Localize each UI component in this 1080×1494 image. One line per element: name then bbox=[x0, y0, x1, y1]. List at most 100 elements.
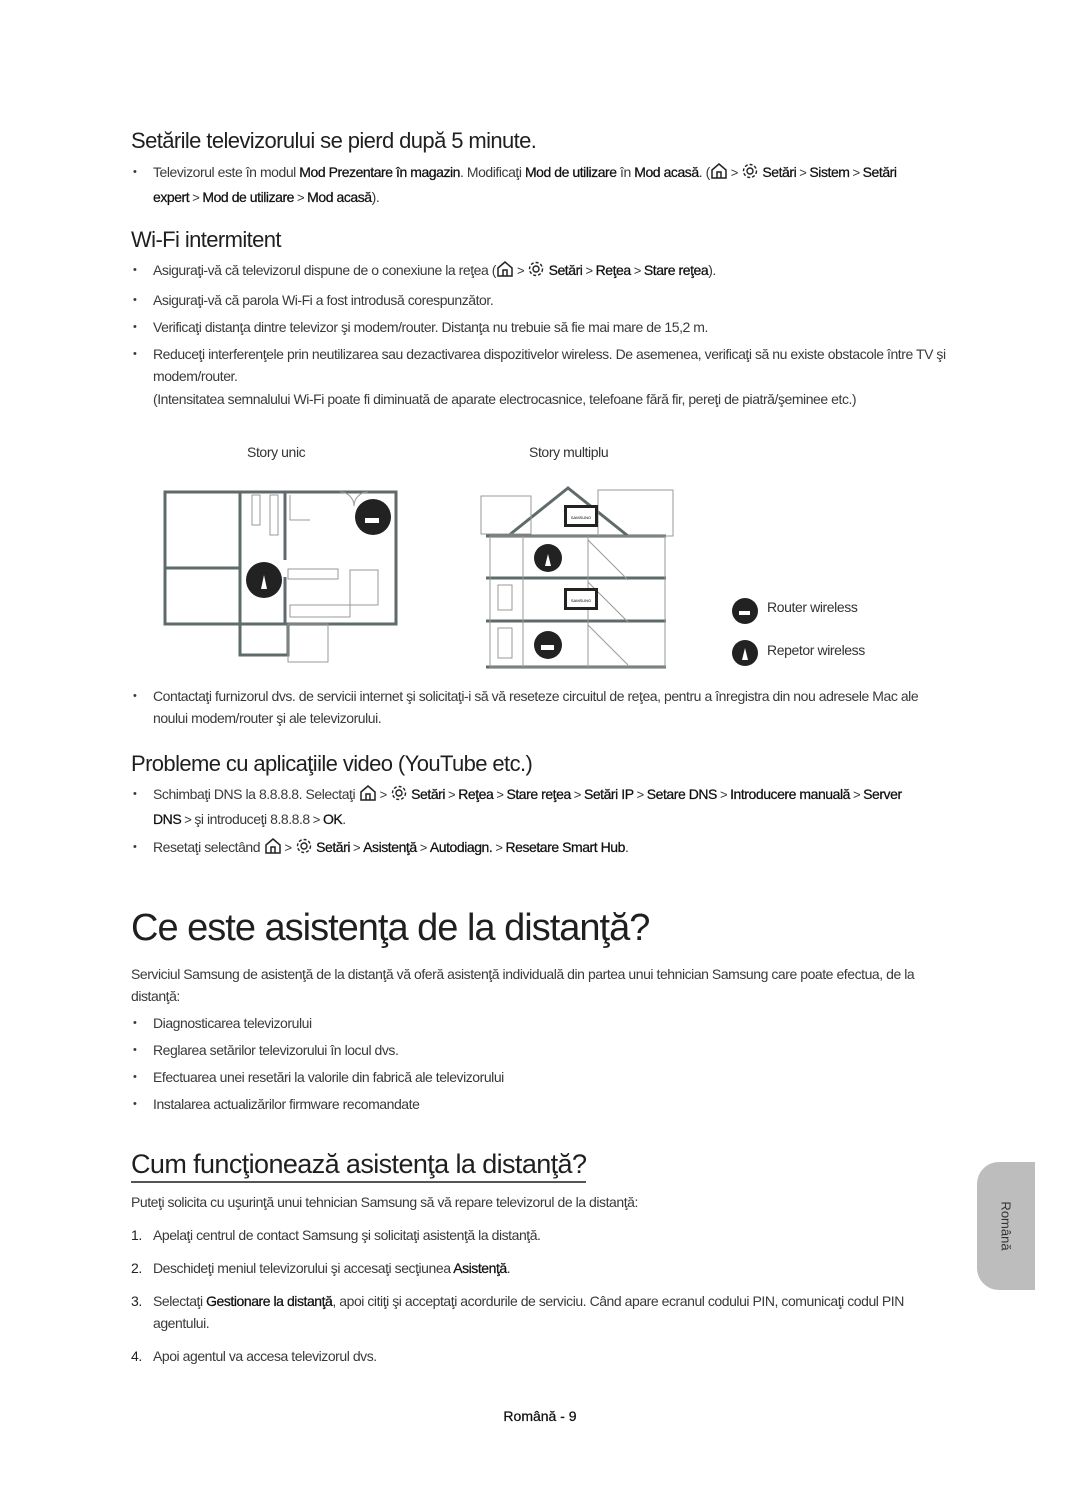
menu-path-text: Introducere manuală bbox=[730, 786, 851, 802]
chevron-right-icon: > bbox=[852, 787, 861, 802]
step-number: 2. bbox=[131, 1260, 142, 1276]
chevron-right-icon: > bbox=[730, 165, 739, 180]
heading-how-it-works-text: Cum funcţionează asistenţa la distanţă? bbox=[131, 1148, 587, 1183]
legend-router-label: Router wireless bbox=[767, 599, 858, 615]
section2-bullets-after: • Contactaţi furnizorul dvs. de servicii … bbox=[131, 685, 946, 729]
bullet-item: • Efectuarea unei resetări la valorile di… bbox=[131, 1066, 946, 1088]
tv-icon: SAMSUNG bbox=[564, 505, 598, 527]
chevron-right-icon: > bbox=[516, 263, 525, 278]
menu-path-text: Mod Prezentare în magazin bbox=[299, 164, 460, 180]
numbered-step: 1. Apelaţi centrul de contact Samsung şi … bbox=[131, 1224, 946, 1246]
svg-text:SAMSUNG: SAMSUNG bbox=[571, 598, 591, 603]
bullet-item: • Televizorul este în modul Mod Prezentar… bbox=[131, 161, 946, 209]
numbered-step: 3. Selectaţi Gestionare la distanţă, apoi… bbox=[131, 1290, 946, 1334]
heading-settings-lost: Setările televizorului se pierd după 5 m… bbox=[131, 128, 537, 153]
chevron-right-icon: > bbox=[636, 787, 645, 802]
chevron-right-icon: > bbox=[184, 812, 192, 827]
menu-path-text: Reţea bbox=[595, 262, 631, 278]
menu-path-text: Mod de utilizare bbox=[524, 164, 617, 180]
step-number: 1. bbox=[131, 1227, 142, 1243]
body-text: Resetaţi selectând bbox=[153, 839, 264, 855]
body-text: în bbox=[616, 164, 635, 180]
body-text: Efectuarea unei resetări la valorile din… bbox=[153, 1069, 504, 1085]
menu-path-text: Stare reţea bbox=[643, 262, 709, 278]
menu-path-text: Asistenţă bbox=[453, 1260, 507, 1276]
chevron-right-icon: > bbox=[852, 165, 861, 180]
bullet-icon: • bbox=[133, 1044, 137, 1056]
chevron-right-icon: > bbox=[799, 165, 807, 180]
body-text: Schimbaţi DNS la 8.8.8.8. Selectaţi bbox=[153, 786, 359, 802]
numbered-step: 4. Apoi agentul va accesa televizorul dvs… bbox=[131, 1345, 946, 1367]
bullet-icon: • bbox=[133, 294, 137, 306]
menu-path-text: Resetare Smart Hub bbox=[505, 839, 625, 855]
legend-repeater-label: Repetor wireless bbox=[767, 642, 865, 658]
numbered-step: 2. Deschideţi meniul televizorului şi acc… bbox=[131, 1257, 946, 1279]
menu-path-text: Asistenţă bbox=[363, 839, 417, 855]
menu-path-text: OK bbox=[322, 811, 343, 827]
heading-how-it-works: Cum funcţionează asistenţa la distanţă? bbox=[131, 1148, 946, 1183]
wifi-note: (Intensitatea semnalului Wi-Fi poate fi … bbox=[153, 391, 857, 407]
bullet-item: • Asiguraţi-vă că parola Wi-Fi a fost int… bbox=[131, 289, 946, 311]
home-icon bbox=[359, 784, 377, 808]
bullet-icon: • bbox=[133, 348, 137, 360]
menu-path-text: Reţea bbox=[458, 786, 494, 802]
body-text: Diagnosticarea televizorului bbox=[153, 1015, 312, 1031]
gear-icon bbox=[527, 260, 545, 284]
step-number: 4. bbox=[131, 1348, 142, 1364]
chevron-right-icon: > bbox=[585, 263, 593, 278]
chevron-right-icon: > bbox=[192, 190, 200, 205]
chevron-right-icon: > bbox=[719, 787, 728, 802]
svg-text:SAMSUNG: SAMSUNG bbox=[571, 515, 591, 520]
body-text: ). bbox=[371, 189, 380, 205]
step-number: 3. bbox=[131, 1293, 142, 1309]
heading-video-apps: Probleme cu aplicaţiile video (YouTube e… bbox=[131, 751, 533, 776]
bullet-item: • Diagnosticarea televizorului bbox=[131, 1012, 946, 1034]
body-text: Reglarea setărilor televizorului în locu… bbox=[153, 1042, 399, 1058]
section4-bullets: • Diagnosticarea televizorului • Reglarea s… bbox=[131, 1012, 946, 1120]
label-multi-story: Story multiplu bbox=[529, 444, 609, 460]
menu-path-text: Gestionare la distanţă bbox=[206, 1293, 333, 1309]
chevron-right-icon: > bbox=[379, 787, 388, 802]
bullet-item: • Reduceţi interferenţele prin neutilizar… bbox=[131, 343, 946, 387]
body-text: . bbox=[624, 839, 629, 855]
tv-icon: SAMSUNG bbox=[564, 588, 598, 610]
body-text: Instalarea actualizărilor firmware recom… bbox=[153, 1096, 420, 1112]
body-text: Asiguraţi-vă că parola Wi-Fi a fost intr… bbox=[153, 292, 494, 308]
body-text: Reduceţi interferenţele prin neutilizare… bbox=[153, 346, 946, 384]
how-it-works-intro: Puteţi solicita cu uşurinţă unui tehnici… bbox=[131, 1194, 638, 1210]
menu-path-text: Mod de utilizare bbox=[202, 189, 295, 205]
body-text: Verificaţi distanţa dintre televizor şi … bbox=[153, 319, 708, 335]
menu-path-text: Setări IP bbox=[583, 786, 634, 802]
menu-path-text: Setare DNS bbox=[646, 786, 718, 802]
chevron-right-icon: > bbox=[496, 787, 504, 802]
gear-icon bbox=[390, 784, 408, 808]
router-badge-icon bbox=[355, 499, 391, 535]
single-story-floorplan bbox=[163, 490, 398, 663]
section1-bullets: • Televizorul este în modul Mod Prezentar… bbox=[131, 161, 946, 209]
body-text: . Modificaţi bbox=[460, 164, 525, 180]
menu-path-text: Setări bbox=[407, 786, 446, 802]
menu-path-text: Setări bbox=[312, 839, 351, 855]
section5-steps: 1. Apelaţi centrul de contact Samsung şi … bbox=[131, 1224, 946, 1378]
menu-path-text: Setări bbox=[545, 262, 583, 278]
body-text: . ( bbox=[698, 164, 711, 180]
bullet-icon: • bbox=[133, 841, 137, 853]
chevron-right-icon: > bbox=[633, 263, 642, 278]
body-text: Asiguraţi-vă că televizorul dispune de o… bbox=[153, 262, 496, 278]
body-text: Deschideţi meniul televizorului şi acces… bbox=[153, 1260, 454, 1276]
bullet-icon: • bbox=[133, 788, 137, 800]
bullet-item: • Resetaţi selectând > Setări > Asistenţă > A… bbox=[131, 836, 946, 861]
label-single-story: Story unic bbox=[247, 444, 306, 460]
body-text: . bbox=[506, 1260, 511, 1276]
bullet-icon: • bbox=[133, 690, 137, 702]
chevron-right-icon: > bbox=[419, 840, 428, 855]
bullet-item: • Asiguraţi-vă că televizorul dispune de … bbox=[131, 259, 946, 284]
bullet-item: • Reglarea setărilor televizorului în loc… bbox=[131, 1039, 946, 1061]
section3-bullets: • Schimbaţi DNS la 8.8.8.8. Selectaţi > S… bbox=[131, 783, 946, 866]
bullet-icon: • bbox=[133, 1071, 137, 1083]
chevron-right-icon: > bbox=[312, 812, 321, 827]
chevron-right-icon: > bbox=[573, 787, 582, 802]
bullet-icon: • bbox=[133, 321, 137, 333]
body-text: Apelaţi centrul de contact Samsung şi so… bbox=[153, 1227, 541, 1243]
menu-path-text: Mod acasă bbox=[634, 164, 699, 180]
